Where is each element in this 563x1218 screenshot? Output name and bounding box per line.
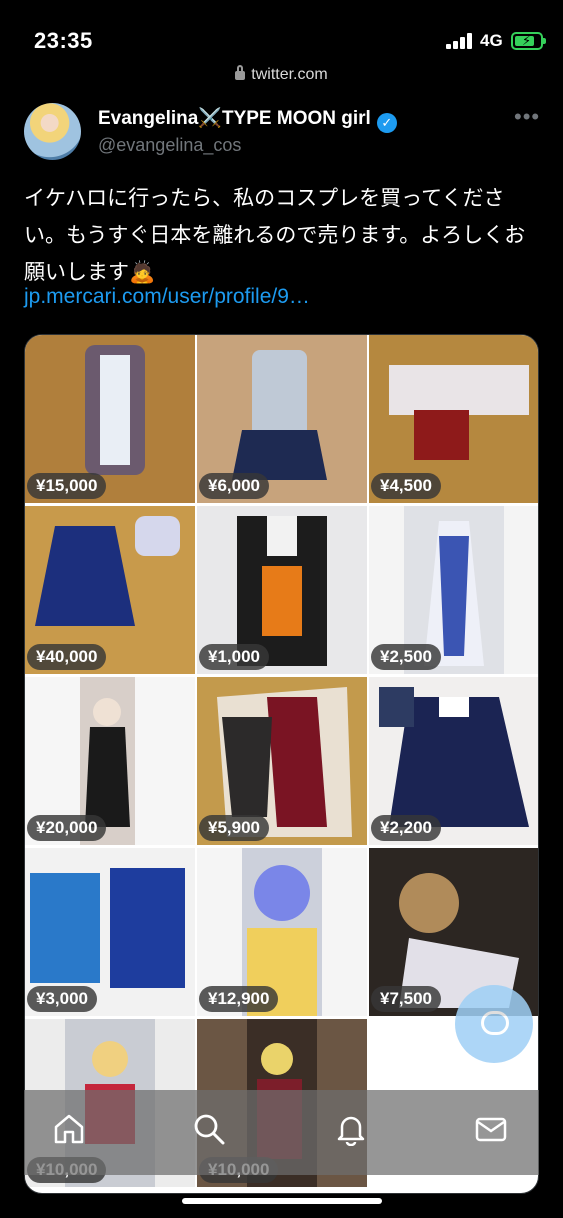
tweet-text: イケハロに行ったら、私のコスプレを買ってください。もうすぐ日本を離れるので売りま… (24, 186, 526, 284)
tweet-link[interactable]: jp.mercari.com/user/profile/9… (24, 285, 310, 309)
signal-icon (446, 33, 474, 49)
author-name-text: Evangelina⚔️TYPE MOON girl (98, 108, 371, 129)
verified-badge-icon: ✓ (376, 113, 397, 133)
listing-price: ¥5,900 (199, 815, 269, 841)
url-bar[interactable]: twitter.com (0, 65, 563, 84)
author-handle[interactable]: @evangelina_cos (98, 135, 241, 156)
chat-bubble-icon (481, 1011, 509, 1035)
listing-price: ¥15,000 (27, 473, 107, 499)
url-text: twitter.com (251, 66, 328, 83)
mail-icon[interactable] (474, 1112, 508, 1146)
author-name[interactable]: Evangelina⚔️TYPE MOON girl ✓ (98, 106, 397, 133)
listing-price: ¥40,000 (27, 644, 107, 670)
listing-tile[interactable]: ¥5,900 (197, 677, 367, 845)
listing-tile[interactable]: ¥2,200 (369, 677, 538, 845)
status-time: 23:35 (34, 28, 93, 53)
listing-price: ¥6,000 (199, 473, 269, 499)
listing-tile[interactable]: ¥15,000 (25, 335, 195, 503)
bottom-tab-bar (24, 1090, 539, 1175)
listing-tile[interactable]: ¥4,500 (369, 335, 538, 503)
search-icon[interactable] (192, 1112, 226, 1146)
listing-tile[interactable]: ¥1,000 (197, 506, 367, 674)
network-label: 4G (480, 31, 503, 50)
listing-price: ¥12,900 (199, 986, 279, 1012)
lock-icon (235, 65, 246, 80)
media-grid: ¥15,000 ¥6,000 ¥4,500 ¥40,000 ¥1,000 ¥2,500 ¥2… (24, 334, 539, 1194)
listing-tile[interactable]: ¥6,000 (197, 335, 367, 503)
listing-price: ¥7,500 (371, 986, 441, 1012)
avatar[interactable] (24, 103, 81, 160)
home-icon[interactable] (52, 1112, 86, 1146)
bell-icon[interactable] (334, 1112, 368, 1146)
more-options-icon[interactable]: ••• (514, 104, 540, 130)
listing-tile[interactable]: ¥3,000 (25, 848, 195, 1016)
listing-tile[interactable]: ¥20,000 (25, 677, 195, 845)
listing-price: ¥3,000 (27, 986, 97, 1012)
listing-price: ¥2,200 (371, 815, 441, 841)
compose-button[interactable] (455, 985, 533, 1063)
battery-icon: ⚡ (511, 32, 546, 50)
listing-price: ¥1,000 (199, 644, 269, 670)
listing-tile[interactable]: ¥40,000 (25, 506, 195, 674)
listing-price: ¥20,000 (27, 815, 107, 841)
listing-tile[interactable]: ¥12,900 (197, 848, 367, 1016)
status-bar: 23:35 4G ⚡ (0, 0, 563, 70)
listing-price: ¥2,500 (371, 644, 441, 670)
listing-price: ¥4,500 (371, 473, 441, 499)
home-indicator (182, 1198, 382, 1204)
listing-tile[interactable]: ¥2,500 (369, 506, 538, 674)
